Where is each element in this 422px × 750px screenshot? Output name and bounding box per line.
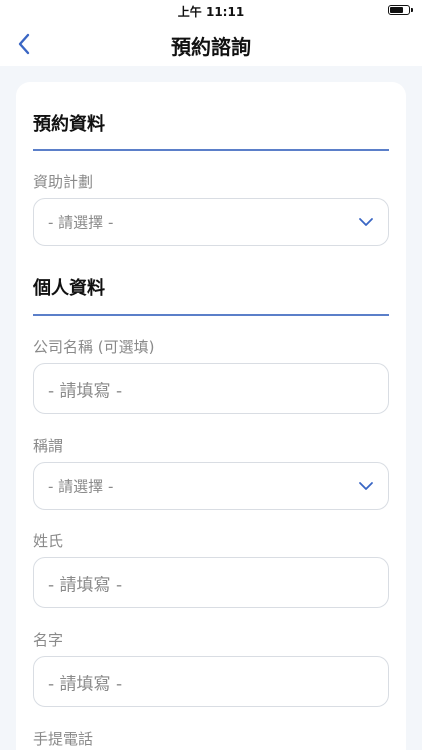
nav-bar: 預約諮詢 (0, 22, 422, 66)
company-input[interactable]: - 請填寫 - (33, 363, 389, 414)
chevron-down-icon (359, 218, 373, 226)
company-label: 公司名稱 (可選填) (33, 338, 155, 356)
plan-label: 資助計劃 (33, 173, 94, 191)
status-time: 上午 11:11 (177, 5, 245, 19)
chevron-down-icon (359, 482, 373, 490)
mobile-label: 手提電話 (33, 730, 94, 748)
section-title-personal: 個人資料 (33, 278, 105, 299)
section-title-booking: 預約資料 (33, 114, 105, 135)
plan-select-value: - 請選擇 - (48, 213, 114, 232)
surname-input-placeholder: - 請填寫 - (48, 575, 123, 595)
battery-icon (388, 5, 413, 15)
back-button[interactable] (8, 28, 40, 60)
section-divider-personal (33, 314, 389, 316)
page-title: 預約諮詢 (171, 35, 251, 59)
given-name-label: 名字 (33, 631, 64, 649)
salutation-select-value: - 請選擇 - (48, 477, 114, 496)
plan-select[interactable]: - 請選擇 - (33, 198, 389, 246)
battery-fill (390, 7, 403, 13)
status-bar: 上午 11:11 (0, 0, 422, 22)
surname-label: 姓氏 (33, 532, 64, 550)
salutation-select[interactable]: - 請選擇 - (33, 462, 389, 510)
chevron-left-icon (18, 33, 30, 55)
company-input-placeholder: - 請填寫 - (48, 381, 123, 401)
salutation-label: 稱謂 (33, 437, 64, 455)
given-name-input[interactable]: - 請填寫 - (33, 656, 389, 707)
surname-input[interactable]: - 請填寫 - (33, 557, 389, 608)
given-name-input-placeholder: - 請填寫 - (48, 674, 123, 694)
form-card: 預約資料 資助計劃 - 請選擇 - 個人資料 公司名稱 (可選填) - 請填寫 … (16, 82, 406, 750)
section-divider-booking (33, 149, 389, 151)
